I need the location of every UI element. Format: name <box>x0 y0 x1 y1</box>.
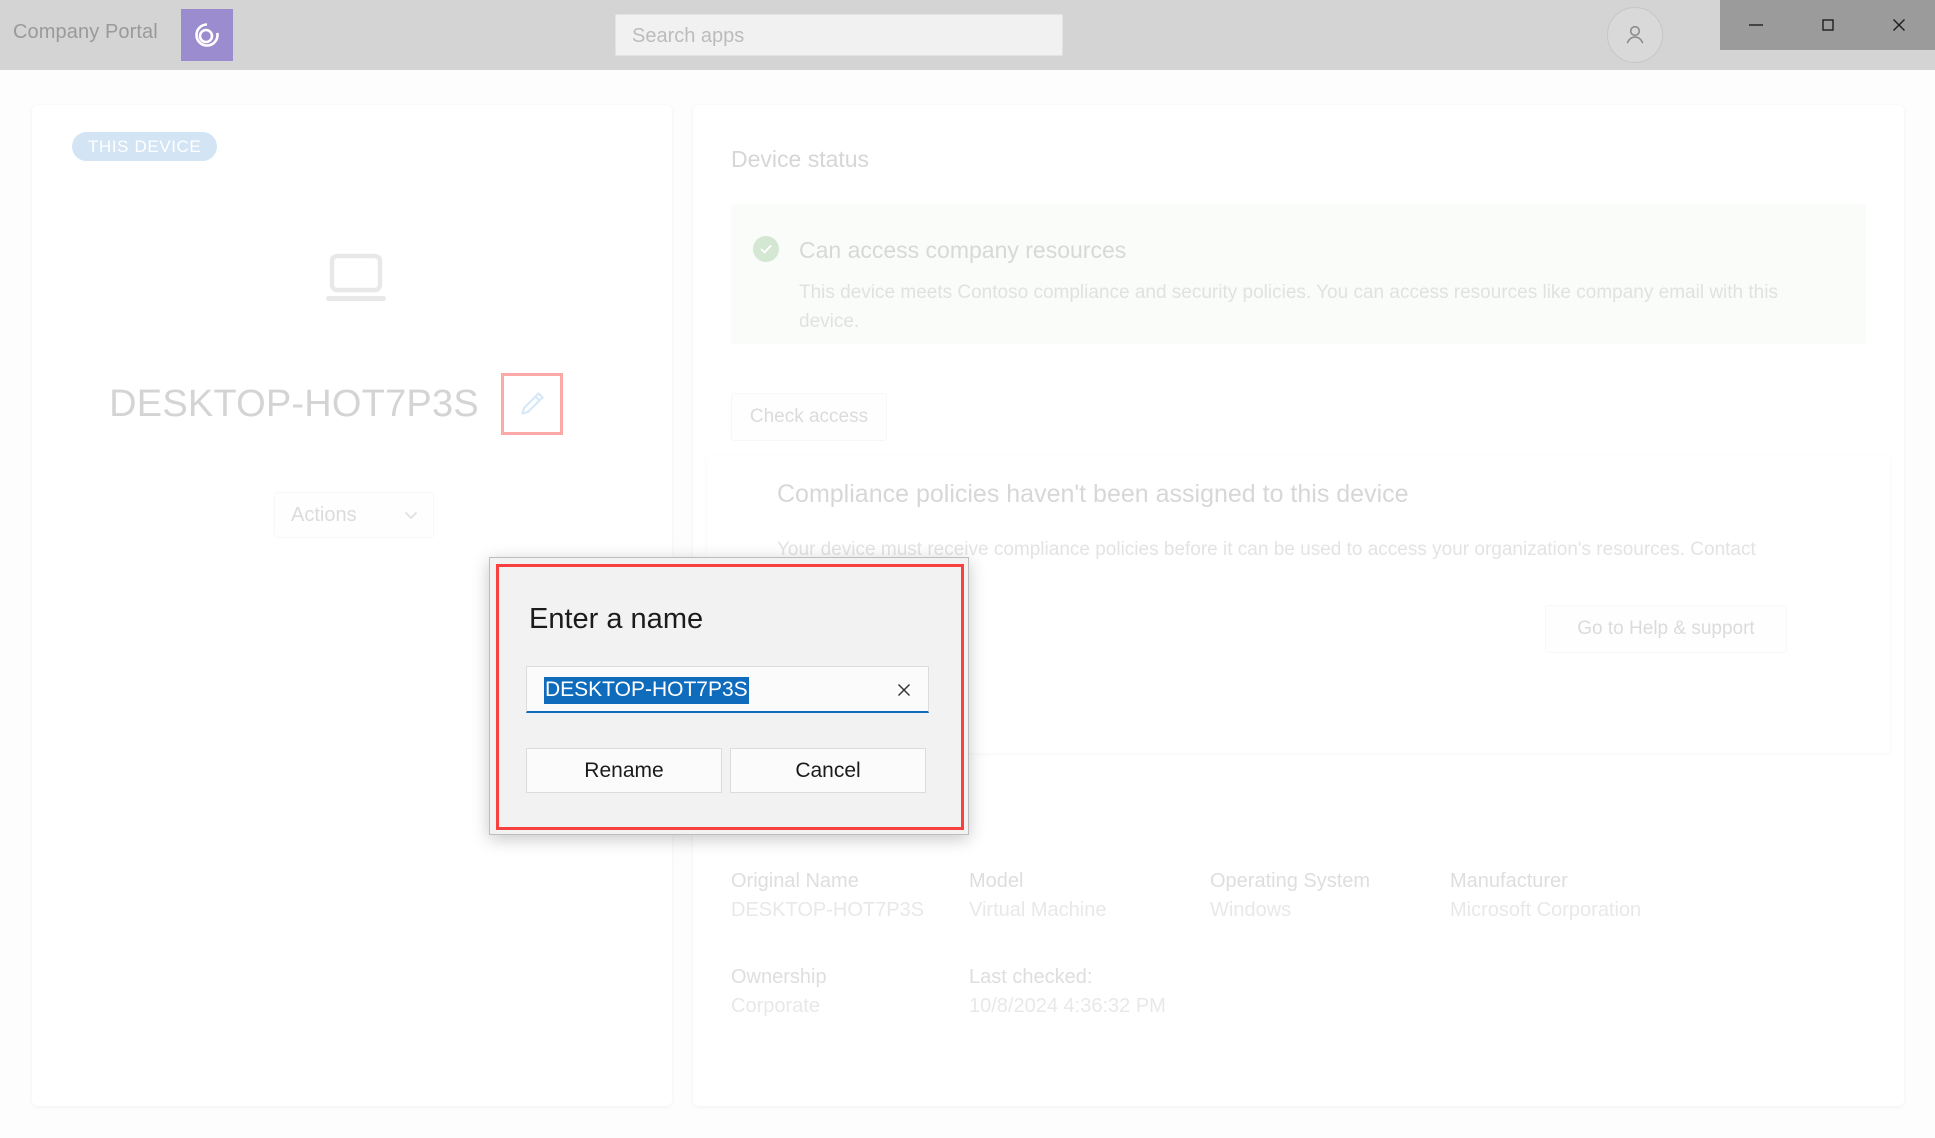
detail-value-original-name: DESKTOP-HOT7P3S <box>731 899 925 921</box>
person-icon <box>1626 25 1644 44</box>
dialog-heading: Enter a name <box>529 603 704 635</box>
go-to-help-support-button[interactable]: Go to Help & support <box>1545 605 1787 653</box>
detail-value-last-checked: 10/8/2024 4:36:32 PM <box>969 995 1166 1017</box>
pencil-icon <box>520 392 544 415</box>
rename-device-dialog: Enter a name DESKTOP-HOT7P3S Rename Canc… <box>489 557 969 835</box>
account-avatar-button[interactable] <box>1607 7 1663 63</box>
minimize-button[interactable] <box>1720 0 1792 50</box>
app-title: Company Portal <box>13 21 158 43</box>
device-name-row: DESKTOP-HOT7P3S <box>0 373 672 435</box>
window-controls <box>1720 0 1935 50</box>
detail-label-last-checked: Last checked: <box>969 966 1093 988</box>
detail-label-operating-system: Operating System <box>1210 870 1371 892</box>
detail-value-operating-system: Windows <box>1210 899 1292 921</box>
search-placeholder: Search apps <box>632 25 745 47</box>
title-bar: Company Portal Search apps <box>0 0 1935 70</box>
detail-value-model: Virtual Machine <box>969 899 1107 921</box>
detail-value-ownership: Corporate <box>731 995 820 1017</box>
this-device-badge: THIS DEVICE <box>72 132 218 161</box>
detail-value-manufacturer: Microsoft Corporation <box>1450 899 1642 921</box>
maximize-button[interactable] <box>1792 0 1864 50</box>
check-access-button[interactable]: Check access <box>731 393 887 441</box>
detail-label-ownership: Ownership <box>731 966 827 988</box>
device-status-heading: Device status <box>731 146 870 172</box>
edit-device-name-button[interactable] <box>500 373 563 435</box>
device-name-input[interactable]: DESKTOP-HOT7P3S <box>526 666 929 713</box>
check-circle-icon <box>753 236 779 262</box>
chevron-down-icon <box>404 511 418 520</box>
detail-label-original-name: Original Name <box>731 870 859 892</box>
close-icon <box>898 684 910 696</box>
actions-label: Actions <box>291 503 357 526</box>
close-button[interactable] <box>1863 0 1935 50</box>
company-portal-spiral-logo <box>181 9 233 61</box>
device-name-input-value: DESKTOP-HOT7P3S <box>544 677 749 704</box>
clear-input-button[interactable] <box>890 676 918 704</box>
detail-label-manufacturer: Manufacturer <box>1450 870 1568 892</box>
policy-title: Compliance policies haven't been assigne… <box>777 480 1409 508</box>
rename-button[interactable]: Rename <box>526 748 722 793</box>
search-input[interactable]: Search apps <box>615 14 1063 56</box>
device-name: DESKTOP-HOT7P3S <box>109 382 479 425</box>
cancel-button[interactable]: Cancel <box>730 748 926 793</box>
banner-title: Can access company resources <box>799 237 1127 263</box>
banner-body: This device meets Contoso compliance and… <box>799 282 1778 332</box>
laptop-icon <box>320 250 392 310</box>
actions-dropdown[interactable]: Actions <box>274 492 434 538</box>
detail-label-model: Model <box>969 870 1024 892</box>
